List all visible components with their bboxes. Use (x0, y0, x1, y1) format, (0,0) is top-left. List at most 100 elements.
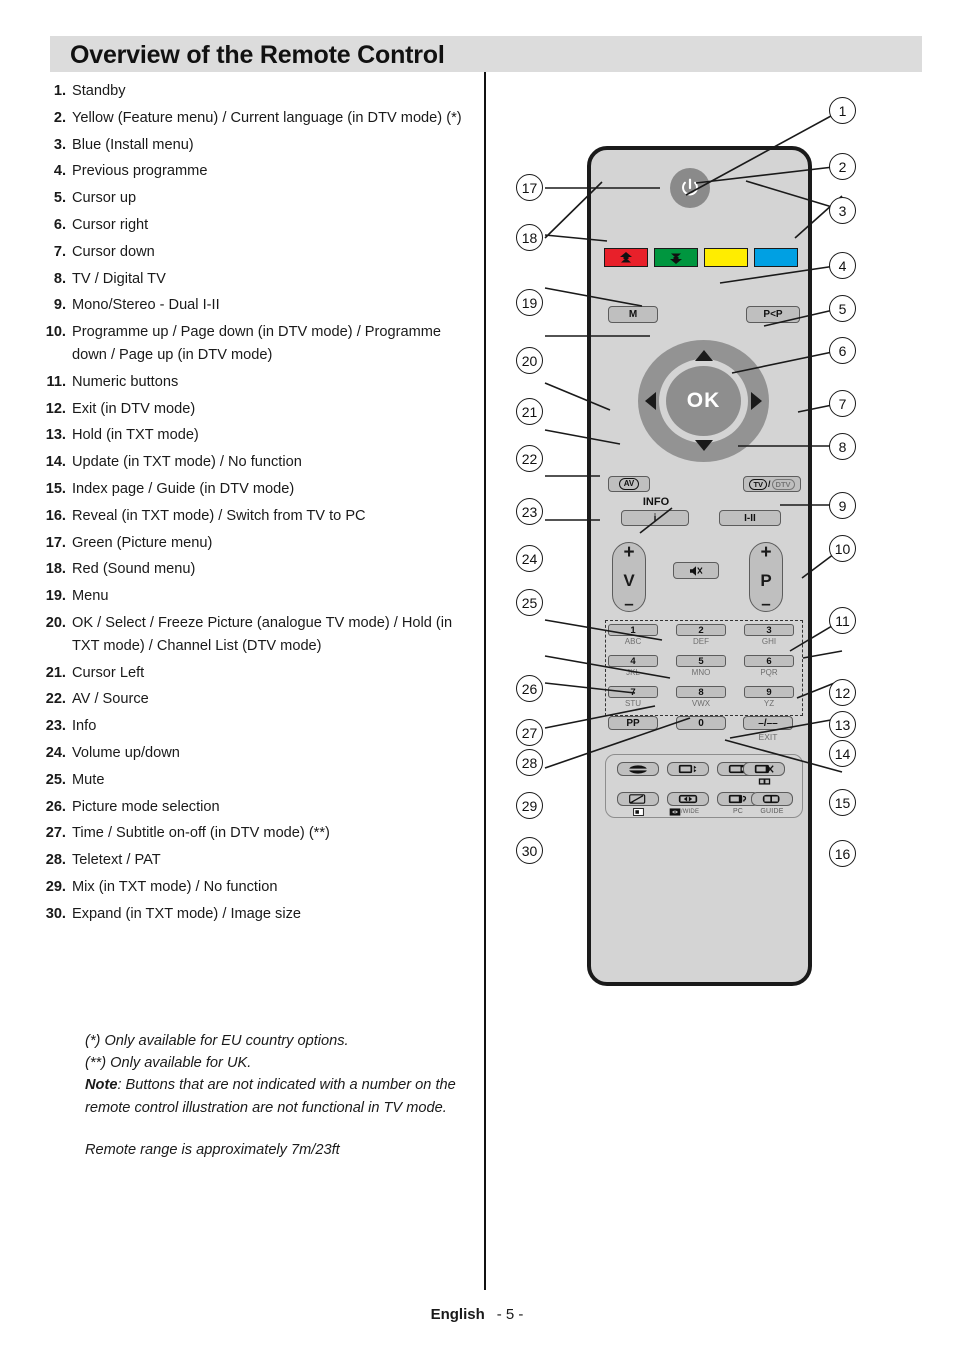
callout-5: 5 (829, 295, 856, 322)
list-item-number: 5. (53, 190, 66, 207)
list-item-text: Reveal (in TXT mode) / Switch from TV to… (72, 507, 366, 524)
list-item-text: Programme up / Page down (in DTV mode) /… (72, 324, 442, 363)
list-item: 12. Exit (in DTV mode) (42, 398, 472, 421)
list-item: 25. Mute (42, 769, 472, 792)
list-item: 20. OK / Select / Freeze Picture (analogu… (42, 612, 472, 658)
callout-3: 3 (829, 197, 856, 224)
list-item-number: 15. (45, 480, 66, 497)
list-item-number: 26. (45, 798, 66, 815)
list-item-text: TV / Digital TV (72, 270, 166, 287)
list-item-text: Time / Subtitle on-off (in DTV mode) (**… (72, 825, 330, 842)
list-item: 8. TV / Digital TV (42, 268, 472, 291)
callout-12: 12 (829, 679, 856, 706)
callout-27: 27 (516, 719, 543, 746)
list-item-number: 4. (53, 163, 66, 180)
callout-23: 23 (516, 498, 543, 525)
page-title: Overview of the Remote Control (70, 41, 445, 69)
footer-page-number: - 5 - (496, 1306, 524, 1323)
list-item: 6. Cursor right (42, 214, 472, 237)
callout-18: 18 (516, 224, 543, 251)
callout-28: 28 (516, 749, 543, 776)
list-item-text: Numeric buttons (72, 373, 179, 390)
list-item: 24. Volume up/down (42, 742, 472, 765)
list-item-text: Update (in TXT mode) / No function (72, 454, 302, 471)
list-item-text: Volume up/down (72, 744, 180, 761)
callout-7: 7 (829, 390, 856, 417)
list-item-number: 24. (45, 744, 66, 761)
list-item: 4. Previous programme (42, 160, 472, 183)
callout-15: 15 (829, 789, 856, 816)
callout-21: 21 (516, 398, 543, 425)
list-item-text: AV / Source (72, 691, 149, 708)
callout-4: 4 (829, 252, 856, 279)
callout-20: 20 (516, 347, 543, 374)
list-item-text: Mix (in TXT mode) / No function (72, 878, 278, 895)
list-item-number: 11. (46, 373, 66, 390)
callout-19: 19 (516, 289, 543, 316)
list-item: 19. Menu (42, 585, 472, 608)
list-item: 17. Green (Picture menu) (42, 532, 472, 555)
list-item-number: 1. (53, 83, 66, 99)
callout-1: 1 (829, 97, 856, 124)
list-item-number: 2. (53, 109, 66, 126)
list-item-number: 18. (45, 561, 66, 578)
callout-26: 26 (516, 675, 543, 702)
callout-8: 8 (829, 433, 856, 460)
list-item-number: 16. (45, 507, 66, 524)
list-item-number: 12. (45, 400, 66, 417)
callout-2: 2 (829, 153, 856, 180)
list-item-text: Cursor down (72, 243, 155, 260)
list-item-text: Green (Picture menu) (72, 534, 213, 551)
list-item-text: Cursor Left (72, 664, 145, 681)
page-footer: English - 5 - (0, 1306, 954, 1323)
list-item: 21. Cursor Left (42, 662, 472, 685)
list-item-text: Menu (72, 588, 109, 605)
list-item-number: 17. (45, 534, 66, 551)
list-item: 23. Info (42, 715, 472, 738)
list-item-text: Cursor right (72, 216, 149, 233)
list-item-number: 19. (45, 588, 66, 605)
callout-10: 10 (829, 535, 856, 562)
list-item-text: Teletext / PAT (72, 852, 161, 869)
remote-control-figure: M P<P OK AV TV / DTV INFO i I-II + V – +… (490, 78, 954, 986)
callout-24: 24 (516, 545, 543, 572)
list-item-number: 23. (45, 718, 66, 735)
list-item: 22. AV / Source (42, 688, 472, 711)
list-item: 3. Blue (Install menu) (42, 134, 472, 157)
list-item-number: 6. (53, 216, 66, 233)
list-item-text: Previous programme (72, 163, 208, 180)
note-label: Note (85, 1077, 118, 1094)
list-item: 27. Time / Subtitle on-off (in DTV mode) … (42, 822, 472, 845)
list-item-number: 14. (45, 454, 66, 471)
list-item-number: 21. (45, 664, 66, 681)
list-item-number: 22. (45, 691, 66, 708)
list-item: 5. Cursor up (42, 187, 472, 210)
list-item-number: 30. (45, 905, 66, 922)
list-item-text: Yellow (Feature menu) / Current language… (72, 109, 462, 126)
list-item: 16. Reveal (in TXT mode) / Switch from TV… (42, 505, 472, 528)
list-item: 15. Index page / Guide (in DTV mode) (42, 478, 472, 501)
callout-17: 17 (516, 174, 543, 201)
remote-range-note: Remote range is approximately 7m/23ft (85, 1141, 340, 1158)
callout-6: 6 (829, 337, 856, 364)
list-item: 28. Teletext / PAT (42, 849, 472, 872)
list-item-number: 3. (53, 136, 66, 153)
list-item-text: Mono/Stereo - Dual I-II (72, 297, 220, 314)
list-item-text: Cursor up (72, 190, 137, 207)
callout-25: 25 (516, 589, 543, 616)
list-item-text: Expand (in TXT mode) / Image size (72, 905, 302, 922)
list-item-text: Red (Sound menu) (72, 561, 196, 578)
list-item: 11. Numeric buttons (42, 371, 472, 394)
footnote-uk: (**) Only available for UK. (85, 1055, 252, 1072)
callout-22: 22 (516, 445, 543, 472)
callout-14: 14 (829, 740, 856, 767)
list-item: 2. Yellow (Feature menu) / Current langua… (42, 107, 472, 130)
callout-11: 11 (829, 607, 856, 634)
list-item: 1. Standby (42, 80, 472, 103)
footer-language: English (430, 1306, 485, 1323)
list-item: 30. Expand (in TXT mode) / Image size (42, 903, 472, 926)
list-item-number: 13. (45, 427, 66, 444)
callout-leader-lines (544, 109, 843, 773)
footnotes: (*) Only available for EU country option… (85, 1030, 465, 1161)
list-item: 7. Cursor down (42, 241, 472, 264)
